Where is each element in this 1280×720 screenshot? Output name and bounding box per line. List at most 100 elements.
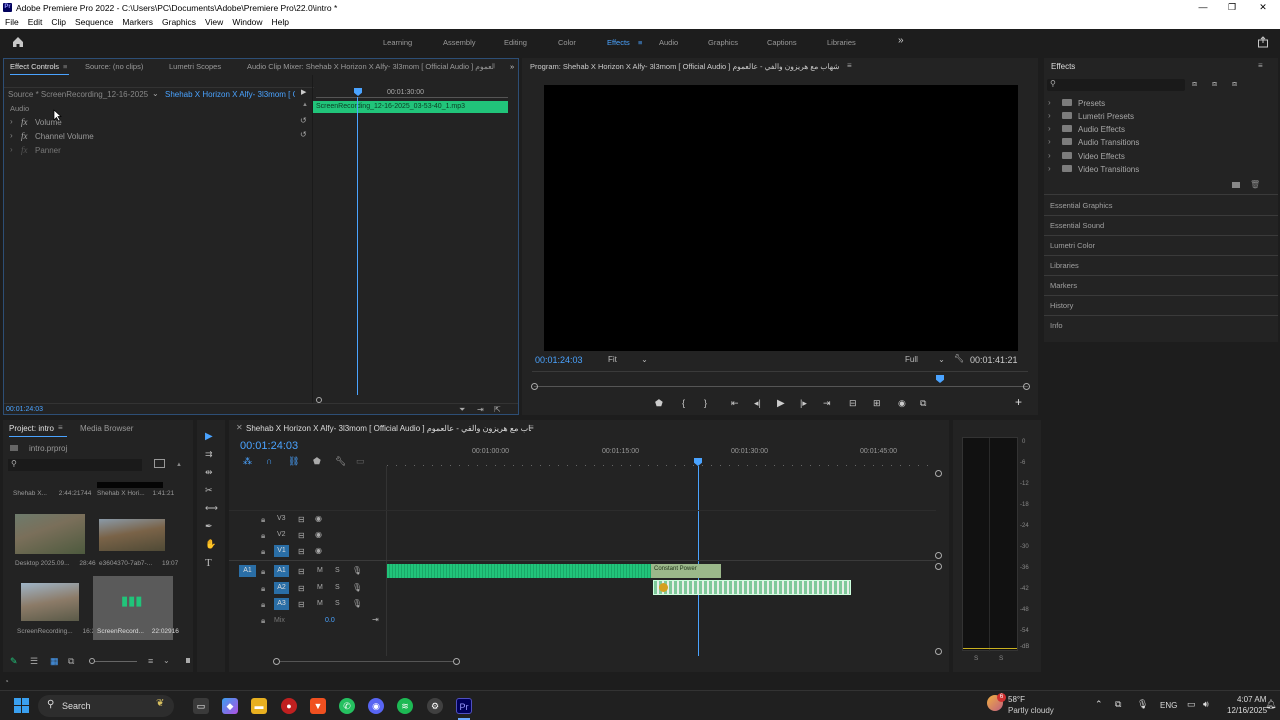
razor-tool-icon[interactable]: ✂ (205, 485, 213, 496)
panel-essential-sound[interactable]: Essential Sound (1050, 221, 1104, 230)
lock-icon[interactable]: 🔒︎ (261, 616, 265, 626)
windows-start-icon[interactable] (14, 698, 29, 713)
chevron-down-icon[interactable]: ⌄ (163, 656, 170, 665)
timeline-timecode[interactable]: 00:01:24:03 (240, 440, 298, 452)
export-icon[interactable]: ⇥ (477, 405, 484, 414)
button-editor-plus-icon[interactable]: + (1015, 395, 1022, 409)
project-item-label[interactable]: Shehab X... 2:44:21744 (13, 490, 91, 497)
task-view-icon[interactable]: ▭ (193, 698, 209, 714)
project-thumbnail[interactable] (21, 583, 79, 621)
menu-view[interactable]: View (205, 17, 223, 27)
project-item-selected[interactable]: ▮▮▮ ScreenRecord... 22:02916 (93, 576, 179, 640)
v-scroll-handle-mid[interactable] (935, 552, 942, 559)
fx-icon[interactable]: fx (21, 131, 28, 141)
menu-markers[interactable]: Markers (122, 17, 153, 27)
effects-search-input[interactable]: ⚲ (1047, 79, 1185, 91)
reset-icon[interactable]: ↺ (300, 116, 307, 125)
microphone-icon[interactable]: 🎙︎ (352, 599, 362, 608)
v-scroll-handle-a[interactable] (935, 563, 942, 570)
lock-icon[interactable]: 🔒︎ (261, 531, 265, 541)
workspace-learning[interactable]: Learning (383, 38, 412, 47)
tab-media-browser[interactable]: Media Browser (80, 424, 133, 433)
track-label[interactable]: V1 (274, 545, 289, 557)
play-clip-icon[interactable]: ▶ (301, 88, 306, 96)
minimize-button[interactable]: — (1188, 0, 1218, 15)
home-icon[interactable] (12, 36, 24, 48)
expand-icon[interactable]: › (10, 117, 13, 126)
linked-selection-icon[interactable]: ⛓︎ (288, 456, 299, 467)
panel-history[interactable]: History (1050, 301, 1073, 310)
selection-tool-icon[interactable]: ▶ (205, 431, 213, 442)
solo-left-button[interactable]: S (974, 655, 978, 662)
menu-help[interactable]: Help (272, 17, 289, 27)
slip-tool-icon[interactable]: ⟷ (205, 503, 218, 514)
program-playhead[interactable] (936, 375, 944, 383)
folder-lumetri-presets[interactable]: › Lumetri Presets (1048, 111, 1276, 123)
taskbar-search-box[interactable]: ⚲ Search ❦ (38, 695, 174, 717)
microphone-icon[interactable]: 🎙︎ (1137, 699, 1148, 710)
go-to-edit-icon[interactable]: ⇥ (372, 615, 379, 624)
track-label[interactable]: A2 (274, 582, 289, 594)
freeform-view-icon[interactable]: ⧉ (68, 656, 74, 667)
effect-controls-menu-icon[interactable]: ≡ (63, 62, 67, 71)
audio-clip-a2[interactable] (653, 580, 851, 595)
fx-icon[interactable]: fx (21, 117, 28, 127)
v-scroll-handle-top[interactable] (935, 470, 942, 477)
panel-lumetri-color[interactable]: Lumetri Color (1050, 241, 1095, 250)
effect-row-panner[interactable]: › fx Panner (8, 145, 308, 157)
expand-icon[interactable]: › (10, 131, 13, 140)
menu-sequence[interactable]: Sequence (75, 17, 113, 27)
source-clip-selector[interactable]: Source * ScreenRecording_12-16-2025_... (8, 90, 148, 99)
menu-file[interactable]: File (5, 17, 19, 27)
eye-icon[interactable]: ◉ (315, 514, 322, 523)
icon-view-icon[interactable]: ▦ (50, 656, 59, 667)
project-item-label[interactable]: Desktop 2025.09... 28:46 (15, 560, 96, 567)
effects-menu-icon[interactable]: ≡ (1258, 61, 1263, 70)
weather-desc[interactable]: Partly cloudy (1008, 706, 1054, 715)
tab-audio-clip-mixer[interactable]: Audio Clip Mixer: Shehab X Horizon X Alf… (247, 62, 495, 71)
constant-power-transition[interactable]: Constant Power (651, 564, 721, 578)
audio-clip-a1[interactable] (387, 564, 651, 578)
sync-lock-icon[interactable]: ⊟ (298, 515, 305, 524)
project-search-input[interactable]: ⚲ (8, 459, 142, 471)
lock-icon[interactable]: 🔒︎ (261, 567, 265, 577)
workspace-captions[interactable]: Captions (767, 38, 797, 47)
clock-time[interactable]: 4:07 AM (1237, 695, 1266, 704)
expand-icon[interactable]: › (1048, 98, 1051, 107)
lift-icon[interactable]: ⊟ (849, 398, 857, 409)
filter-icon[interactable]: ⏷ (459, 405, 465, 415)
eye-icon[interactable]: ◉ (315, 546, 322, 555)
export-audio-icon[interactable]: ⇱ (494, 405, 501, 414)
comparison-view-icon[interactable]: ⧉ (920, 398, 926, 409)
timeline-ruler[interactable] (387, 465, 935, 466)
pen-tool-icon[interactable]: ✒ (205, 521, 213, 532)
snap-icon[interactable]: ∩ (266, 456, 272, 466)
share-icon[interactable] (1257, 36, 1269, 48)
panel-overflow-icon[interactable]: » (510, 62, 514, 71)
sequence-tab[interactable]: Shehab X Horizon X Alfy- 3l3mom [ Offici… (246, 424, 531, 433)
32bit-effects-icon[interactable]: ⧈ (1212, 79, 1217, 89)
program-menu-icon[interactable]: ≡ (847, 61, 852, 70)
fit-dropdown[interactable]: Fit ⌄ (608, 355, 648, 364)
clock-date[interactable]: 12/16/2025 (1227, 706, 1267, 715)
track-label[interactable]: A1 (274, 565, 289, 577)
playhead-handle[interactable] (354, 88, 362, 96)
video-preview[interactable] (544, 85, 1018, 351)
panel-essential-graphics[interactable]: Essential Graphics (1050, 201, 1113, 210)
new-bin-icon[interactable] (1232, 182, 1240, 188)
timeline-menu-icon[interactable]: ≡ (529, 423, 534, 432)
step-back-icon[interactable]: ◂| (754, 398, 761, 409)
play-icon[interactable]: ▶ (777, 398, 785, 409)
lock-icon[interactable]: 🔒︎ (261, 515, 265, 525)
mute-button[interactable]: M (317, 584, 323, 591)
maximize-button[interactable]: ❐ (1217, 0, 1247, 15)
tab-project[interactable]: Project: intro (9, 424, 54, 433)
project-item-label[interactable]: Shehab X Hori... 1:41:21 (97, 490, 174, 497)
scrub-start-handle[interactable] (531, 383, 538, 390)
game-app-icon[interactable]: ● (281, 698, 297, 714)
expand-icon[interactable]: › (1048, 151, 1051, 160)
captions-icon[interactable]: ▭ (356, 456, 365, 467)
lock-icon[interactable]: 🔒︎ (261, 547, 265, 557)
workspace-assembly[interactable]: Assembly (443, 38, 476, 47)
accelerated-effects-icon[interactable]: ⧈ (1192, 79, 1197, 89)
